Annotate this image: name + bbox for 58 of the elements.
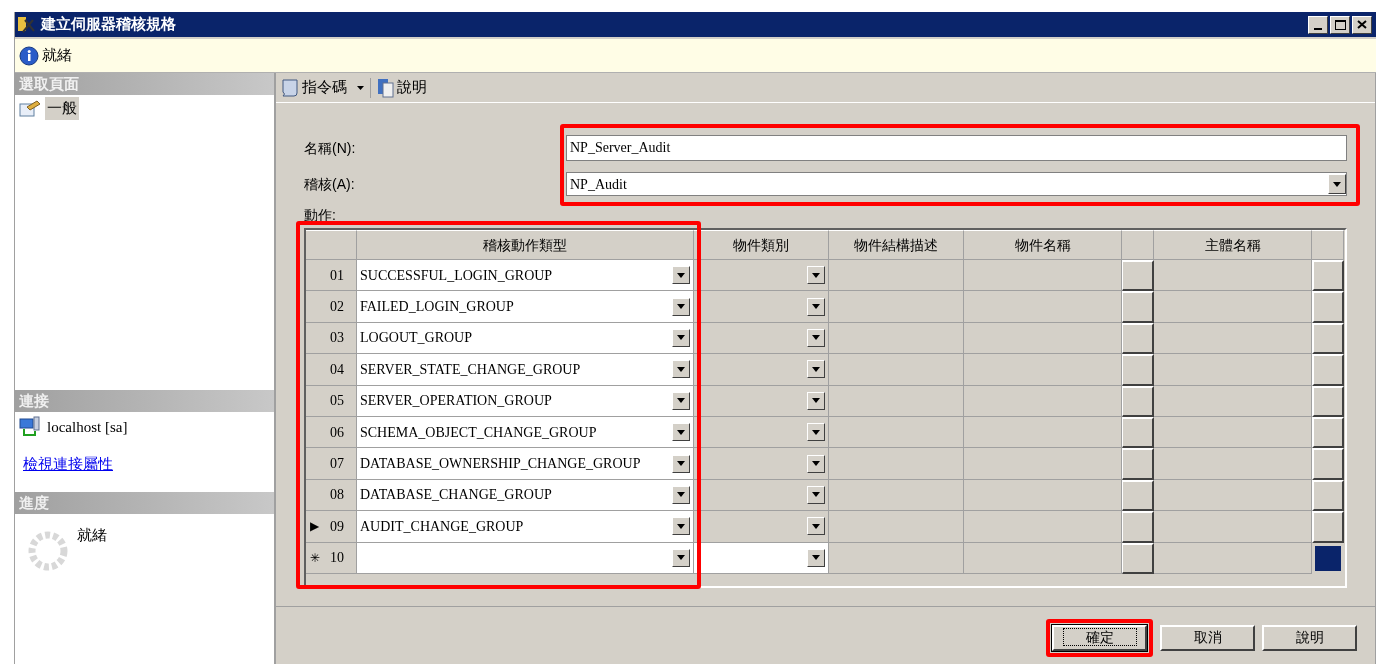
column-header: 物件類別 — [694, 230, 829, 260]
minimize-button[interactable] — [1308, 15, 1328, 34]
script-button[interactable]: 指令碼 — [280, 76, 364, 99]
column-header: 物件名稱 — [964, 230, 1122, 260]
row-marker: ✳ — [310, 549, 321, 567]
connection-properties-link[interactable]: 檢視連接屬性 — [23, 452, 113, 475]
column-header: 主體名稱 — [1154, 230, 1312, 260]
field-label: 動作: — [304, 206, 336, 225]
action-type-dropdown[interactable]: SERVER_STATE_CHANGE_GROUP — [357, 354, 694, 386]
object-class-dropdown[interactable] — [694, 542, 829, 574]
help-button[interactable]: 說明 — [377, 76, 427, 99]
action-type-dropdown[interactable]: DATABASE_OWNERSHIP_CHANGE_GROUP — [357, 448, 694, 480]
action-type-dropdown[interactable]: DATABASE_CHANGE_GROUP — [357, 479, 694, 512]
column-header: 物件結構描述 — [829, 230, 964, 260]
row-number: 02 — [329, 298, 344, 317]
audit-dropdown[interactable]: NP_Audit — [566, 172, 1347, 196]
row-number: 06 — [329, 423, 344, 442]
action-type-dropdown[interactable]: LOGOUT_GROUP — [357, 322, 694, 355]
action-type-dropdown[interactable]: SERVER_OPERATION_GROUP — [357, 385, 694, 417]
action-type-dropdown[interactable]: AUDIT_CHANGE_GROUP — [357, 511, 694, 543]
row-marker: ▶ — [310, 518, 320, 536]
close-button[interactable] — [1352, 15, 1372, 34]
server-name: localhost [sa] — [47, 418, 128, 437]
row-number: 10 — [329, 549, 344, 568]
row-number: 01 — [329, 266, 344, 285]
column-header: 稽核動作類型 — [357, 230, 694, 260]
spinner-icon — [27, 530, 69, 572]
dialog-button[interactable]: 取消 — [1160, 624, 1255, 651]
action-type-dropdown[interactable]: FAILED_LOGIN_GROUP — [357, 291, 694, 323]
info-icon — [19, 45, 39, 66]
dialog-button[interactable]: 說明 — [1262, 624, 1357, 651]
action-type-dropdown[interactable]: SUCCESSFUL_LOGIN_GROUP — [357, 260, 694, 292]
row-number: 05 — [329, 392, 344, 411]
progress-status: 就緒 — [77, 525, 107, 545]
server-icon — [19, 416, 41, 439]
status-text: 就緒 — [42, 45, 72, 66]
script-icon — [280, 77, 300, 98]
page-icon — [19, 99, 41, 118]
close-icon — [1357, 20, 1367, 29]
page-item[interactable]: 一般 — [45, 97, 79, 120]
dialog-button[interactable]: 確定 — [1052, 624, 1147, 651]
section-header: 連接 — [15, 390, 274, 412]
action-type-dropdown[interactable]: SCHEMA_OBJECT_CHANGE_GROUP — [357, 416, 694, 449]
row-number: 04 — [329, 360, 344, 379]
row-number: 09 — [329, 517, 344, 536]
document-icon — [377, 77, 395, 98]
maximize-button[interactable] — [1330, 15, 1350, 34]
row-number: 08 — [329, 486, 344, 505]
section-header: 進度 — [15, 492, 274, 514]
caret-icon — [357, 85, 364, 90]
window-title: 建立伺服器稽核規格 — [41, 14, 177, 35]
field-label: 稽核(A): — [304, 174, 356, 194]
row-number: 03 — [329, 329, 344, 348]
row-number: 07 — [329, 455, 344, 474]
field-label: 名稱(N): — [304, 138, 357, 158]
name-field[interactable]: NP_Server_Audit — [566, 135, 1347, 161]
section-header: 選取頁面 — [15, 73, 274, 95]
tools-icon — [17, 15, 37, 34]
